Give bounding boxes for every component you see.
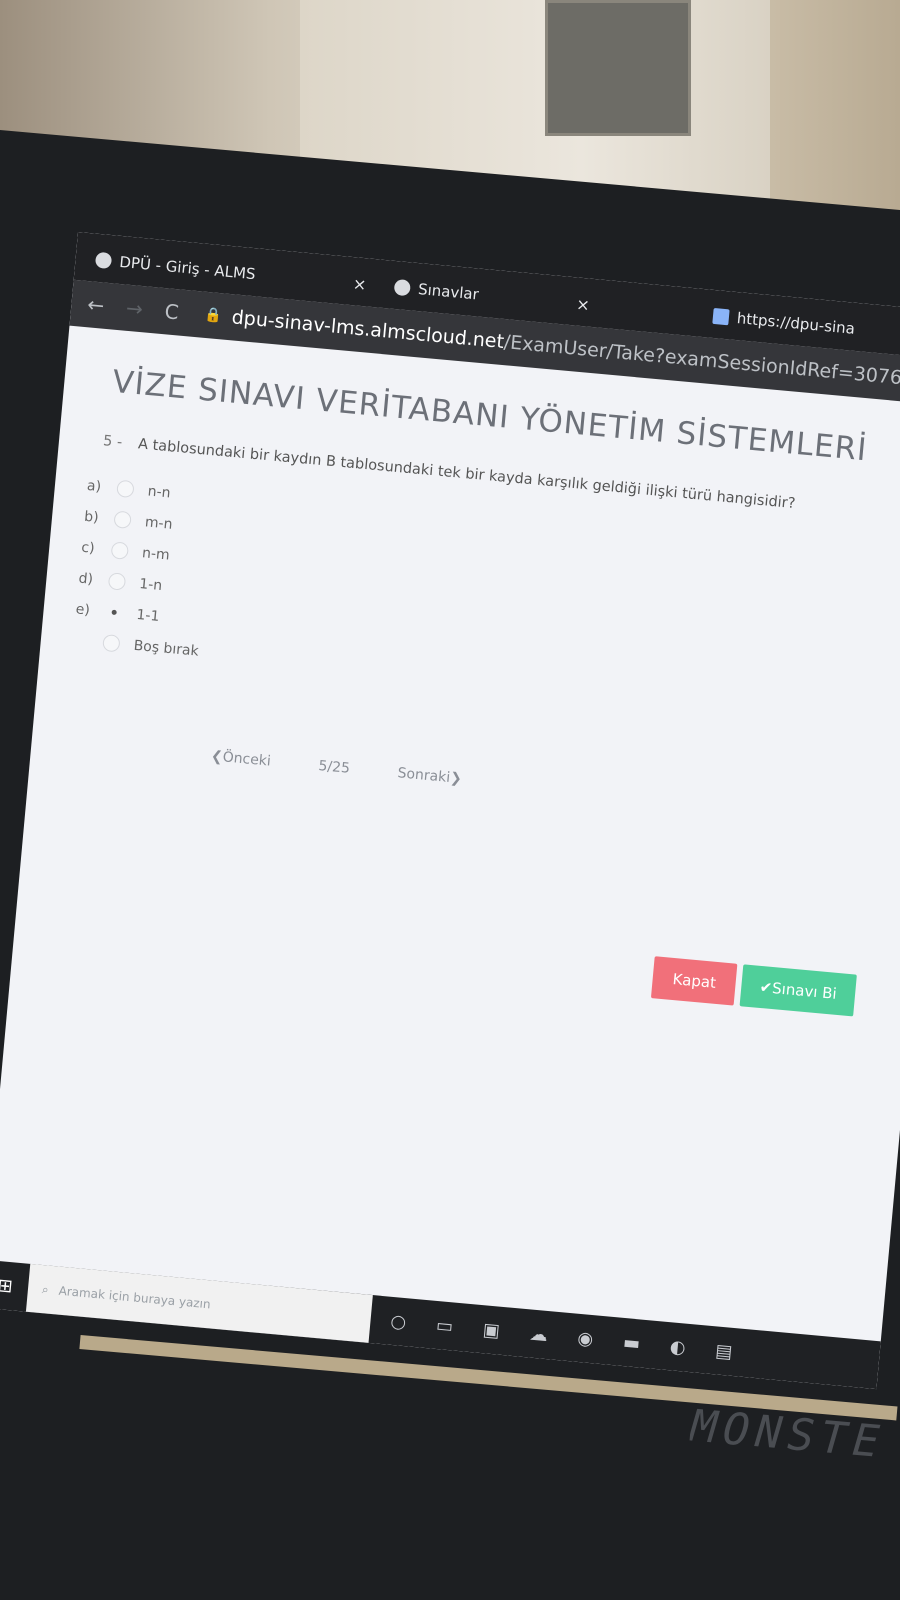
option-letter: e)	[75, 600, 91, 619]
skip-label: Boş bırak	[133, 637, 200, 660]
search-icon: ⌕	[41, 1281, 50, 1297]
globe-icon	[94, 251, 113, 270]
radio-button[interactable]	[102, 633, 121, 653]
next-button[interactable]: Sonraki❯	[397, 765, 463, 787]
radio-button[interactable]	[113, 510, 132, 529]
radio-button[interactable]	[110, 541, 130, 560]
reload-icon[interactable]: C	[164, 299, 180, 324]
finish-exam-button[interactable]: ✔Sınavı Bi	[739, 964, 857, 1017]
option-label: n-n	[147, 482, 172, 501]
close-tab-icon[interactable]: ×	[576, 294, 591, 314]
pagination: ❮Önceki 5/25 Sonraki❯	[210, 748, 899, 826]
option-label: m-n	[144, 513, 174, 533]
taskbar-search-placeholder: Aramak için buraya yazın	[58, 1283, 212, 1312]
chrome-icon[interactable]: ◉	[577, 1327, 595, 1349]
app-icon[interactable]: ▤	[715, 1340, 734, 1362]
wall-picture	[545, 0, 691, 136]
previous-button[interactable]: ❮Önceki	[210, 748, 271, 769]
tab-label: Sınavlar	[417, 280, 480, 304]
option-letter: a)	[86, 477, 102, 495]
laptop-screen: DPÜ - Giriş - ALMS × Sınavlar × https://…	[0, 232, 900, 1390]
tab-dpu-sinav[interactable]: https://dpu-sina	[712, 300, 857, 345]
question-number: 5 -	[102, 433, 123, 451]
exam-content: VİZE SINAVI VERİTABANI YÖNETİM SİSTEMLER…	[29, 326, 900, 1017]
page-indicator: 5/25	[317, 758, 351, 777]
option-label: 1-n	[138, 575, 163, 594]
close-tab-icon[interactable]: ×	[352, 274, 367, 294]
option-letter: d)	[77, 570, 94, 588]
cloud-icon[interactable]: ☁	[529, 1323, 549, 1346]
cortana-icon[interactable]: ○	[390, 1310, 408, 1332]
forward-arrow-icon[interactable]: →	[125, 296, 144, 321]
page-icon	[712, 307, 730, 326]
radio-button-selected[interactable]	[105, 603, 123, 621]
back-arrow-icon[interactable]: ←	[86, 292, 105, 317]
info-icon	[393, 278, 411, 297]
lock-icon: 🔒	[203, 306, 223, 325]
option-label: 1-1	[135, 606, 161, 625]
task-view-icon[interactable]: ▭	[435, 1315, 454, 1337]
option-letter: b)	[83, 508, 100, 526]
option-letter: c)	[80, 539, 96, 557]
option-label: n-m	[141, 544, 171, 564]
edge-icon[interactable]: ◐	[669, 1336, 687, 1358]
folder-icon[interactable]: ▬	[622, 1332, 641, 1354]
radio-button[interactable]	[116, 479, 135, 499]
tab-label: https://dpu-sina	[736, 309, 856, 338]
exam-actions: Kapat ✔Sınavı Bi	[650, 956, 857, 1017]
store-icon[interactable]: ▣	[482, 1319, 501, 1341]
radio-button[interactable]	[107, 572, 127, 591]
navigation-buttons: ← → C	[86, 292, 179, 324]
close-button[interactable]: Kapat	[650, 956, 738, 1006]
tab-label: DPÜ - Giriş - ALMS	[118, 252, 257, 284]
